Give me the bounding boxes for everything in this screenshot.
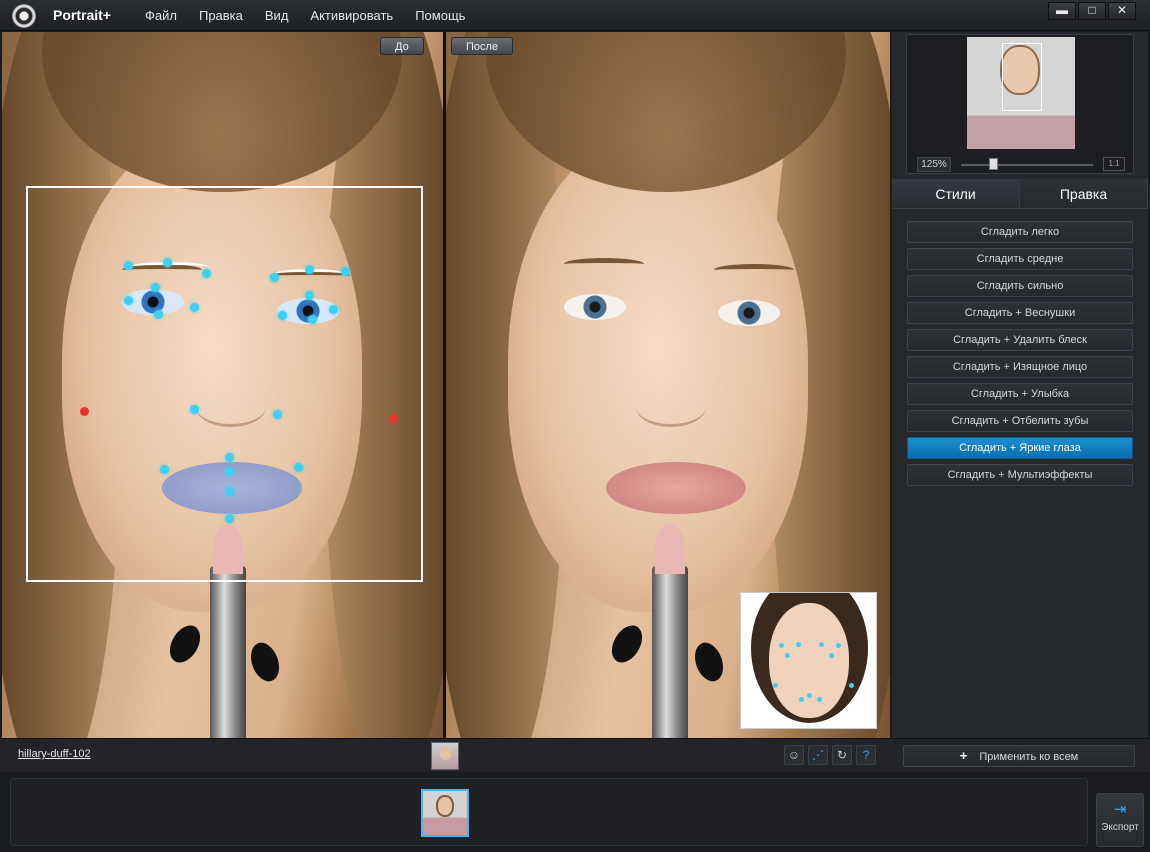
feature-point[interactable] — [225, 487, 234, 496]
feature-point[interactable] — [225, 514, 234, 523]
style-smooth-slim-face[interactable]: Сгладить + Изящное лицо — [907, 356, 1133, 378]
feature-point[interactable] — [329, 305, 338, 314]
export-label: Экспорт — [1101, 822, 1139, 833]
face-edit-icon[interactable]: ☺ — [784, 745, 804, 765]
app-title: Portrait+ — [53, 7, 111, 23]
feature-point[interactable] — [225, 467, 234, 476]
right-sidebar: 125% 1:1 Стили Правка Сгладить легко Сгл… — [892, 32, 1148, 738]
face-edge-point[interactable] — [80, 407, 89, 416]
filmstrip — [10, 778, 1088, 846]
style-smooth-multi-effects[interactable]: Сгладить + Мультиэффекты — [907, 464, 1133, 486]
feature-point[interactable] — [124, 261, 133, 270]
style-smooth-remove-shine[interactable]: Сгладить + Удалить блеск — [907, 329, 1133, 351]
maximize-button[interactable]: □ — [1078, 2, 1106, 20]
sidebar-tabs: Стили Правка — [892, 179, 1148, 209]
feature-point[interactable] — [305, 265, 314, 274]
face-detection-box[interactable] — [26, 186, 423, 582]
menu-bar: Файл Правка Вид Активировать Помощь — [145, 8, 487, 23]
zoom-actual-size-button[interactable]: 1:1 — [1103, 157, 1125, 171]
feature-point[interactable] — [270, 273, 279, 282]
menu-view[interactable]: Вид — [265, 8, 289, 23]
style-smooth-bright-eyes[interactable]: Сгладить + Яркие глаза — [907, 437, 1133, 459]
menu-edit[interactable]: Правка — [199, 8, 243, 23]
feature-point[interactable] — [190, 405, 199, 414]
feature-point[interactable] — [202, 269, 211, 278]
minimize-button[interactable]: ▬ — [1048, 2, 1076, 20]
apply-to-all-button[interactable]: + Применить ко всем — [903, 745, 1135, 767]
styles-list: Сгладить легко Сгладить средне Сгладить … — [907, 221, 1133, 491]
feature-point[interactable] — [160, 465, 169, 474]
navigator-view-rect[interactable] — [1002, 43, 1042, 111]
before-photo-pane[interactable]: До — [2, 32, 443, 738]
tab-edit[interactable]: Правка — [1020, 179, 1148, 208]
menu-activate[interactable]: Активировать — [310, 8, 393, 23]
plus-icon: + — [959, 748, 968, 763]
feature-point[interactable] — [341, 267, 350, 276]
feature-point[interactable] — [225, 453, 234, 462]
feature-point[interactable] — [273, 410, 282, 419]
feature-points-icon[interactable]: ⋰ — [808, 745, 828, 765]
style-smooth-freckles[interactable]: Сгладить + Веснушки — [907, 302, 1133, 324]
zoom-slider[interactable] — [961, 164, 1093, 166]
feature-point[interactable] — [124, 296, 133, 305]
style-smooth-strong[interactable]: Сгладить сильно — [907, 275, 1133, 297]
menu-help[interactable]: Помощь — [415, 8, 465, 23]
zoom-slider-handle[interactable] — [989, 158, 998, 170]
navigator-panel: 125% 1:1 — [906, 34, 1134, 174]
navigator-thumbnail[interactable] — [967, 37, 1075, 149]
apply-to-all-label: Применить ко всем — [979, 751, 1079, 763]
face-points-guide — [740, 592, 877, 729]
app-logo-icon — [12, 4, 36, 28]
before-toggle-button[interactable]: До — [380, 37, 424, 55]
feature-point[interactable] — [278, 311, 287, 320]
feature-point[interactable] — [308, 315, 317, 324]
view-tools: ☺ ⋰ ↻ ? — [784, 745, 876, 765]
export-button[interactable]: ⇥ Экспорт — [1096, 793, 1144, 847]
reset-icon[interactable]: ↻ — [832, 745, 852, 765]
feature-point[interactable] — [163, 258, 172, 267]
zoom-level: 125% — [917, 157, 951, 172]
style-smooth-smile[interactable]: Сгладить + Улыбка — [907, 383, 1133, 405]
title-bar: Portrait+ Файл Правка Вид Активировать П… — [0, 0, 1150, 31]
style-smooth-light[interactable]: Сгладить легко — [907, 221, 1133, 243]
style-smooth-whiten-teeth[interactable]: Сгладить + Отбелить зубы — [907, 410, 1133, 432]
info-bar: hillary-duff-102 ☺ ⋰ ↻ ? + Применить ко в… — [0, 738, 1150, 772]
feature-point[interactable] — [154, 310, 163, 319]
help-icon[interactable]: ? — [856, 745, 876, 765]
style-smooth-medium[interactable]: Сгладить средне — [907, 248, 1133, 270]
export-icon: ⇥ — [1113, 801, 1127, 818]
menu-file[interactable]: Файл — [145, 8, 177, 23]
feature-point[interactable] — [294, 463, 303, 472]
filmstrip-thumbnail[interactable] — [421, 789, 469, 837]
tab-styles[interactable]: Стили — [892, 179, 1020, 208]
feature-point[interactable] — [305, 291, 314, 300]
after-photo-pane[interactable]: После — [446, 32, 890, 738]
face-edge-point[interactable] — [389, 414, 398, 423]
window-controls: ▬ □ ✕ — [1048, 2, 1136, 20]
face-thumbnail[interactable] — [431, 742, 459, 770]
feature-point[interactable] — [190, 303, 199, 312]
feature-point[interactable] — [151, 283, 160, 292]
after-toggle-button[interactable]: После — [451, 37, 514, 55]
close-button[interactable]: ✕ — [1108, 2, 1136, 20]
file-name-link[interactable]: hillary-duff-102 — [18, 748, 91, 760]
